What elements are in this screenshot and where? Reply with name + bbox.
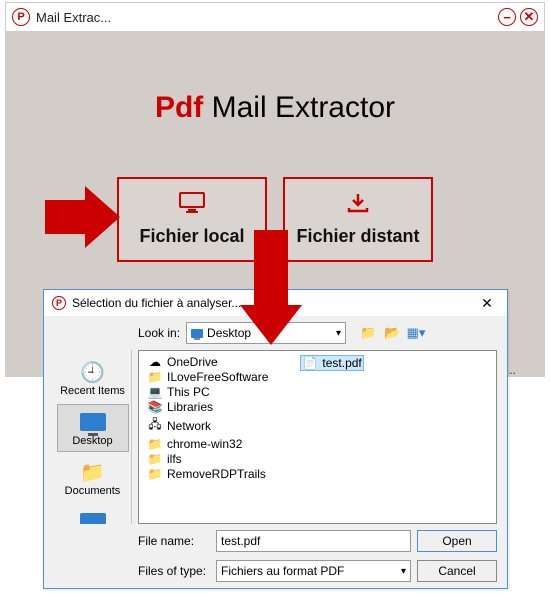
filetype-label: Files of type: (138, 564, 210, 578)
filetype-combo[interactable]: Fichiers au format PDF▾ (216, 560, 411, 582)
remote-file-label: Fichier distant (296, 226, 419, 247)
local-file-label: Fichier local (139, 226, 244, 247)
desktop-icon (191, 329, 203, 338)
file-icon: 📁 (147, 452, 163, 466)
file-item[interactable]: 📁 RemoveRDPTrails (145, 467, 270, 481)
file-label: OneDrive (167, 355, 218, 369)
new-folder-icon[interactable]: 📂 (382, 323, 402, 343)
hero-title: Pdf Mail Extractor (155, 91, 395, 125)
up-folder-icon[interactable]: 📁 (358, 323, 378, 343)
file-icon: 📁 (147, 370, 163, 384)
file-label: Network (167, 419, 211, 433)
file-item[interactable]: 🖧 Network (145, 415, 270, 436)
file-icon: 🖧 (147, 415, 163, 436)
chevron-down-icon: ▾ (336, 328, 341, 339)
desktop-icon (76, 409, 110, 435)
file-icon: 📚 (147, 400, 163, 414)
sidebar-item-thispc[interactable]: This PC (57, 504, 129, 524)
app-logo-icon: P (12, 8, 30, 26)
file-item-selected[interactable]: 📄 test.pdf (300, 355, 363, 371)
open-button[interactable]: Open (417, 530, 497, 552)
file-label: This PC (167, 385, 210, 399)
sidebar-item-label: Documents (65, 485, 121, 497)
dialog-sidebar: 🕘 Recent Items Desktop 📁 Documents This … (54, 350, 132, 524)
file-icon: ☁ (147, 355, 163, 369)
documents-icon: 📁 (76, 459, 110, 485)
titlebar: P Mail Extrac... − ✕ (6, 3, 544, 31)
file-item[interactable]: 💻 This PC (145, 385, 270, 399)
view-menu-icon[interactable]: ▦▾ (406, 323, 426, 343)
file-label: test.pdf (322, 356, 361, 370)
file-label: chrome-win32 (167, 437, 242, 451)
file-item[interactable]: 📁 chrome-win32 (145, 437, 270, 451)
file-icon: 📁 (147, 467, 163, 481)
filename-input[interactable]: test.pdf (216, 530, 411, 552)
file-item[interactable]: 📁 ILoveFreeSoftware (145, 370, 270, 384)
sidebar-item-documents[interactable]: 📁 Documents (57, 454, 129, 502)
file-item[interactable]: 📁 ilfs (145, 452, 270, 466)
file-label: Libraries (167, 400, 213, 414)
minimize-button[interactable]: − (498, 8, 516, 26)
file-icon: 📁 (147, 437, 163, 451)
sidebar-item-recent[interactable]: 🕘 Recent Items (57, 354, 129, 402)
sidebar-item-label: Desktop (72, 435, 112, 447)
file-list[interactable]: ☁ OneDrive 📁 ILoveFreeSoftware 💻 This PC 📚 Libr… (138, 350, 497, 524)
monitor-icon (178, 192, 206, 220)
filename-label: File name: (138, 534, 210, 548)
file-label: ilfs (167, 452, 182, 466)
pc-icon (76, 509, 110, 524)
download-icon (346, 192, 370, 220)
sidebar-item-desktop[interactable]: Desktop (57, 404, 129, 452)
remote-file-button[interactable]: Fichier distant (283, 177, 433, 262)
recent-icon: 🕘 (76, 359, 110, 385)
pdf-icon: 📄 (302, 356, 318, 370)
chevron-down-icon: ▾ (401, 566, 406, 577)
annotation-arrow-icon (45, 186, 120, 248)
file-item[interactable]: ☁ OneDrive (145, 355, 270, 369)
file-label: ILoveFreeSoftware (167, 370, 268, 384)
lookin-label: Look in: (138, 326, 180, 340)
window-title: Mail Extrac... (36, 10, 498, 25)
dialog-logo-icon: P (52, 296, 66, 310)
file-item[interactable]: 📚 Libraries (145, 400, 270, 414)
file-label: RemoveRDPTrails (167, 467, 266, 481)
sidebar-item-label: Recent Items (60, 385, 125, 397)
close-button[interactable]: ✕ (520, 8, 538, 26)
dialog-close-button[interactable]: ✕ (475, 293, 499, 313)
annotation-arrow-down-icon (240, 230, 302, 350)
file-icon: 💻 (147, 385, 163, 399)
cancel-button[interactable]: Cancel (417, 560, 497, 582)
hero-rest-text: Mail Extractor (203, 91, 395, 124)
hero-pdf-text: Pdf (155, 91, 203, 124)
